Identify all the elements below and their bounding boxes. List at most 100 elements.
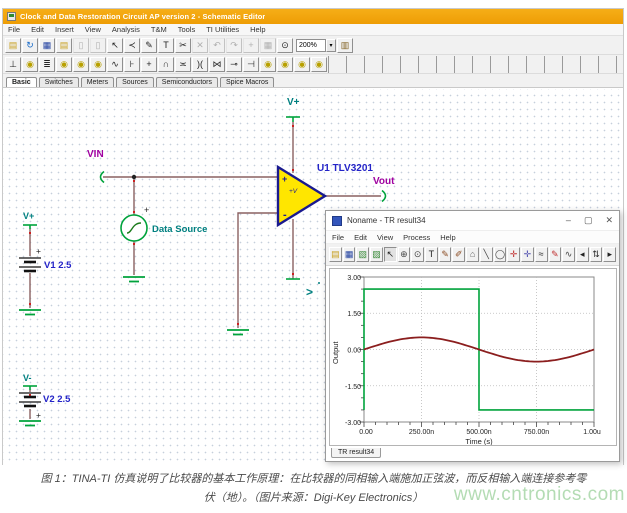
menu-item[interactable]: Insert: [55, 25, 74, 34]
zoom-icon[interactable]: ⊙: [277, 38, 293, 53]
export-icon[interactable]: ▧: [356, 247, 369, 262]
copy-icon[interactable]: ▨: [370, 247, 383, 262]
minimize-icon[interactable]: –: [566, 216, 571, 225]
multimeter-icon[interactable]: ◉: [294, 57, 310, 72]
inductor-icon[interactable]: ∩: [158, 57, 174, 72]
v2-terminal[interactable]: [23, 386, 37, 390]
tr-title-bar[interactable]: Noname - TR result34 – ▢ ✕: [326, 211, 619, 231]
oscilloscope-icon[interactable]: ◉: [311, 57, 327, 72]
ground-minus-input: [227, 330, 249, 335]
draw-icon[interactable]: ✐: [452, 247, 465, 262]
battery-icon[interactable]: ≣: [39, 57, 55, 72]
menu-item[interactable]: T&M: [151, 25, 167, 34]
svg-text:0.00: 0.00: [359, 429, 373, 436]
diode-icon[interactable]: ⊸: [226, 57, 242, 72]
menu-item[interactable]: TI Utilities: [206, 25, 239, 34]
open-icon[interactable]: ▤: [329, 247, 342, 262]
capacitor-icon[interactable]: +: [141, 57, 157, 72]
text-icon[interactable]: T: [158, 38, 174, 53]
palette-tab[interactable]: Basic: [6, 77, 37, 87]
menu-item[interactable]: Edit: [31, 25, 44, 34]
tr-menu-item[interactable]: Help: [440, 233, 455, 242]
current-source-icon[interactable]: ◉: [56, 57, 72, 72]
u1-label: U1 TLV3201: [317, 163, 373, 174]
battery-v1[interactable]: [19, 258, 41, 271]
cut-icon[interactable]: ✂: [175, 38, 191, 53]
vminus-jumper[interactable]: >: [286, 279, 320, 299]
spin-left-icon[interactable]: ◂: [576, 247, 589, 262]
line-icon[interactable]: ╲: [480, 247, 493, 262]
spin-updown-icon[interactable]: ⇅: [590, 247, 603, 262]
red-pen-icon[interactable]: ✎: [549, 247, 562, 262]
save-icon[interactable]: ▦: [343, 247, 356, 262]
svg-text:750.00n: 750.00n: [524, 429, 549, 436]
vout-terminal[interactable]: [382, 191, 386, 202]
vplus-terminal[interactable]: [286, 117, 300, 122]
tr-menu-item[interactable]: Process: [403, 233, 430, 242]
cursor-b-icon[interactable]: ✛: [521, 247, 534, 262]
cursor-icon[interactable]: ↖: [384, 247, 397, 262]
refresh-icon[interactable]: ↻: [22, 38, 38, 53]
zoom-level-control: 200% ▾: [296, 39, 336, 52]
cursor-icon[interactable]: ↖: [107, 38, 123, 53]
current-generator-icon[interactable]: ◉: [90, 57, 106, 72]
ammeter-icon[interactable]: ◉: [277, 57, 293, 72]
ground-icon[interactable]: ⊥: [5, 57, 21, 72]
transformer-icon[interactable]: )(: [192, 57, 208, 72]
palette-tab[interactable]: Semiconductors: [156, 77, 218, 87]
tr-menu-item[interactable]: File: [332, 233, 344, 242]
cursor-a-icon[interactable]: ✛: [507, 247, 520, 262]
wire-icon[interactable]: ≺: [124, 38, 140, 53]
menu-item[interactable]: View: [85, 25, 101, 34]
zoom-dropdown-arrow-icon[interactable]: ▾: [326, 39, 336, 52]
save-icon[interactable]: ▦: [39, 38, 55, 53]
open-icon[interactable]: ▤: [5, 38, 21, 53]
ellipse-icon[interactable]: ◯: [494, 247, 507, 262]
pen-icon[interactable]: ✎: [141, 38, 157, 53]
grid-icon[interactable]: ▦: [260, 38, 276, 53]
opamp-u1[interactable]: + - +V: [278, 167, 325, 225]
menu-item[interactable]: Analysis: [112, 25, 140, 34]
menu-item[interactable]: Help: [250, 25, 265, 34]
voltage-generator-icon[interactable]: ◉: [73, 57, 89, 72]
zoom-icon[interactable]: ⊙: [411, 247, 424, 262]
autoscale-icon[interactable]: ≈: [535, 247, 548, 262]
spin-right-icon[interactable]: ▸: [603, 247, 616, 262]
potentiometer-icon[interactable]: ⊦: [124, 57, 140, 72]
opamp-icon[interactable]: ⊣: [243, 57, 259, 72]
maximize-icon[interactable]: ▢: [584, 216, 593, 225]
data-source[interactable]: +: [121, 205, 149, 241]
palette-tab[interactable]: Spice Macros: [220, 77, 274, 87]
switch-icon[interactable]: ≍: [175, 57, 191, 72]
v1-terminal[interactable]: [23, 225, 37, 229]
palette-tab[interactable]: Sources: [116, 77, 154, 87]
zoom-in-icon[interactable]: ⊕: [398, 247, 411, 262]
annotate-icon[interactable]: ✎: [439, 247, 452, 262]
svg-text:1.50: 1.50: [347, 311, 361, 318]
rotate-left-icon[interactable]: ↶: [209, 38, 225, 53]
rotate-right-icon[interactable]: ↷: [226, 38, 242, 53]
resistor-icon[interactable]: ∿: [107, 57, 123, 72]
palette-tab[interactable]: Switches: [39, 77, 79, 87]
delete-icon[interactable]: ✕: [192, 38, 208, 53]
palette-tab[interactable]: Meters: [81, 77, 114, 87]
open-macro-icon[interactable]: ▤: [56, 38, 72, 53]
paste-icon[interactable]: ▯: [90, 38, 106, 53]
home-icon[interactable]: ⌂: [466, 247, 479, 262]
title-bar[interactable]: Clock and Data Restoration Circuit AP ve…: [3, 9, 623, 24]
relay-icon[interactable]: ⋈: [209, 57, 225, 72]
copy-icon[interactable]: ▯: [73, 38, 89, 53]
add-icon[interactable]: +: [243, 38, 259, 53]
voltmeter-icon[interactable]: ◉: [260, 57, 276, 72]
menu-item[interactable]: Tools: [178, 25, 196, 34]
zoom-level-value[interactable]: 200%: [296, 39, 326, 52]
menu-item[interactable]: File: [8, 25, 20, 34]
close-icon[interactable]: ✕: [605, 216, 613, 225]
voltage-source-icon[interactable]: ◉: [22, 57, 38, 72]
smooth-curve-icon[interactable]: ∿: [562, 247, 575, 262]
ic-chip-icon[interactable]: ▥: [337, 38, 353, 53]
tr-result-tab[interactable]: TR result34: [331, 448, 381, 458]
tr-menu-item[interactable]: View: [377, 233, 393, 242]
tr-menu-item[interactable]: Edit: [354, 233, 367, 242]
text-icon[interactable]: T: [425, 247, 438, 262]
